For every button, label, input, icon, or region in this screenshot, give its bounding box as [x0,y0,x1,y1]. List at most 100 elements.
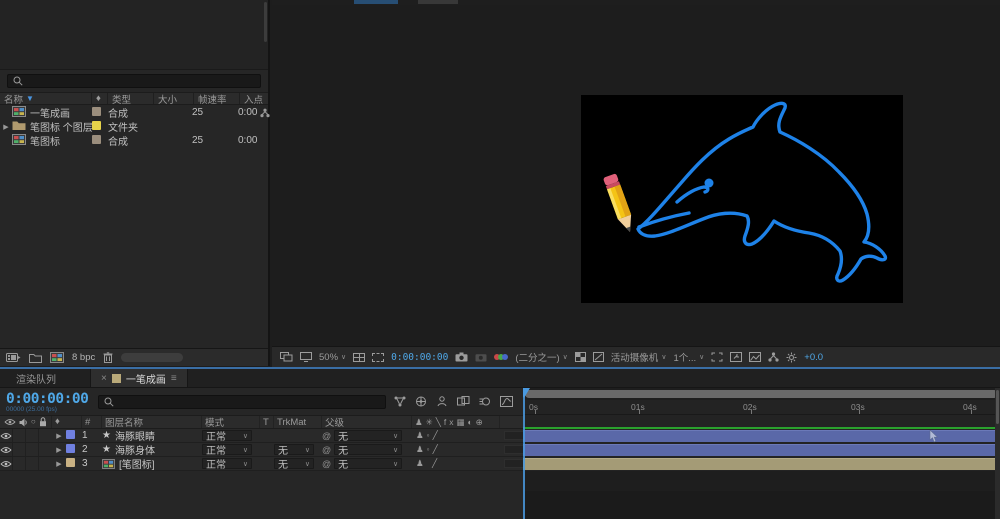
mode-dropdown[interactable]: 正常∨ [202,430,252,441]
goal-box-icon[interactable] [711,352,723,362]
grid-guides-icon[interactable] [353,353,365,362]
pickwhip-icon[interactable]: @ [322,431,331,441]
layer-switches[interactable]: ♟ ╱ [412,458,500,469]
network-icon [260,108,270,118]
layer-row[interactable]: ▶ 3 [笔图标] 正常∨ 无∨ @无∨ ♟ ╱ [0,457,523,471]
camera-view-dropdown[interactable]: 活动摄像机∨ [611,350,667,364]
pickwhip-icon[interactable]: @ [322,445,331,455]
parent-dropdown[interactable]: 无∨ [334,430,402,441]
expander-icon[interactable]: ▶ [52,432,66,440]
layer-label-chip[interactable] [66,430,75,439]
new-folder-icon[interactable] [29,353,42,363]
bit-depth-button[interactable]: 8 bpc [72,352,95,363]
solo-icon[interactable]: ○ [31,418,36,426]
column-type[interactable]: 类型 [108,93,154,104]
eye-icon[interactable] [0,446,12,454]
mode-dropdown[interactable]: 正常∨ [202,458,252,469]
timeline-preview-icon[interactable] [749,352,761,362]
mini-flowchart-icon[interactable] [394,396,406,407]
close-icon[interactable]: × [101,373,107,384]
column-size[interactable]: 大小 [154,93,194,104]
trkmat-dropdown[interactable]: 无∨ [274,458,314,469]
exposure-gear-icon[interactable] [786,352,797,363]
playhead-marker[interactable] [523,388,530,398]
audio-icon[interactable] [19,418,27,427]
transparency-grid-icon[interactable] [575,352,586,362]
label-color-chip[interactable] [92,121,101,130]
pixel-aspect-icon[interactable] [593,352,604,362]
resolution-dropdown[interactable]: (二分之一)∨ [515,350,567,364]
column-label[interactable]: ♦ [92,93,108,104]
column-inpoint[interactable]: 入点 [240,93,268,104]
column-t[interactable]: T [260,416,274,428]
project-item-row[interactable]: 一笔成画 合成 25 0:00 [0,105,268,119]
column-mode[interactable]: 模式 [202,416,260,428]
mode-dropdown[interactable]: 正常∨ [202,444,252,455]
layer-row[interactable]: ▶ 1 ★海豚眼睛 正常∨ @无∨ ♟◦╱ [0,429,523,443]
lock-icon[interactable] [39,417,47,427]
project-preview-scrollbar[interactable] [264,2,267,42]
panel-menu-icon[interactable]: ≡ [171,373,177,384]
column-parent[interactable]: 父级 [322,416,412,428]
region-of-interest-icon[interactable] [372,353,384,362]
column-trkmat[interactable]: TrkMat [274,416,322,428]
eye-icon[interactable] [0,432,12,440]
project-search-input[interactable] [7,74,261,88]
motion-blur-icon[interactable] [479,396,491,407]
viewer-timecode[interactable]: 0:00:00:00 [391,352,448,363]
parent-dropdown[interactable]: 无∨ [334,458,402,469]
show-snapshot-icon[interactable] [475,352,487,362]
expander-icon[interactable]: ▶ [52,460,66,468]
project-item-row[interactable]: ▶ 笔图标 个图层 文件夹 [0,119,268,133]
timeline-horizontal-scrollbar[interactable] [523,388,1000,400]
snapshot-camera-icon[interactable] [455,352,468,362]
layer-row[interactable]: ▶ 2 ★海豚身体 正常∨ 无∨ @无∨ ♟◦╱ [0,443,523,457]
column-name[interactable]: 名称▼ [0,93,92,104]
view-layout-dropdown[interactable]: 1个...∨ [673,350,704,364]
always-preview-icon[interactable] [280,352,293,362]
expander-icon[interactable]: ▶ [0,123,12,131]
graph-editor-icon[interactable] [500,396,513,407]
project-item-row[interactable]: 笔图标 合成 25 0:00 [0,133,268,147]
playhead-line[interactable] [523,388,525,519]
viewer-tab-active-sliver[interactable] [354,0,398,4]
layer-bar-row[interactable] [523,457,1000,471]
timeline-search-input[interactable] [98,395,386,409]
label-color-chip[interactable] [92,135,101,144]
trash-icon[interactable] [103,352,113,363]
draft-3d-icon[interactable] [415,396,427,407]
column-number[interactable]: # [82,416,102,428]
composition-canvas[interactable] [581,95,903,303]
parent-dropdown[interactable]: 无∨ [334,444,402,455]
shy-layers-icon[interactable] [436,396,448,407]
layer-switches[interactable]: ♟◦╱ [412,444,500,455]
interpret-footage-icon[interactable] [6,352,21,363]
trkmat-dropdown[interactable]: 无∨ [274,444,314,455]
frame-blending-icon[interactable] [457,396,470,407]
show-channel-icon[interactable] [494,354,508,360]
label-color-chip[interactable] [92,107,101,116]
flowchart-icon[interactable] [768,352,779,362]
new-composition-icon[interactable] [50,352,64,363]
pickwhip-icon[interactable]: @ [322,459,331,469]
footer-scrollbar[interactable] [121,353,183,362]
monitor-icon[interactable] [300,352,312,362]
layer-label-chip[interactable] [66,458,75,467]
tab-render-queue[interactable]: 渲染队列 [0,369,72,387]
timeline-vertical-scrollbar[interactable] [995,388,1000,519]
viewer-tab-sliver[interactable] [418,0,458,4]
expander-icon[interactable]: ▶ [52,446,66,454]
column-framerate[interactable]: 帧速率 [194,93,240,104]
layer-label-chip[interactable] [66,444,75,453]
time-ruler[interactable]: 0s 01s 02s 03s 04s [523,400,1000,415]
layer-bar-row[interactable] [523,443,1000,457]
tab-composition[interactable]: × 一笔成画 ≡ [90,369,188,387]
pan-behind-icon[interactable] [730,352,742,362]
exposure-value[interactable]: +0.0 [804,352,823,363]
current-time-display[interactable]: 0:00:00:00 00000 (25.00 fps) [6,391,90,413]
eye-icon[interactable] [4,418,16,426]
magnification-dropdown[interactable]: 50%∨ [319,352,346,363]
column-layer-name[interactable]: 图层名称 [102,416,202,428]
eye-icon[interactable] [0,460,12,468]
layer-switches[interactable]: ♟◦╱ [412,430,500,441]
